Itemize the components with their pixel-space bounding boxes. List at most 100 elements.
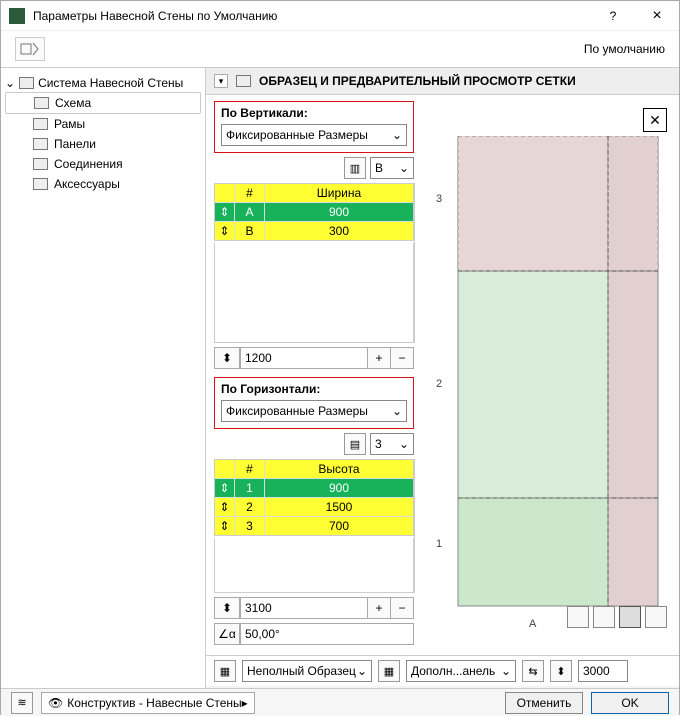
vertical-add-column-button[interactable]: +: [367, 347, 391, 369]
horizontal-mode-select[interactable]: Фиксированные Размеры ⌄: [221, 400, 407, 422]
preview-y-tick: 3: [436, 193, 442, 205]
size-icon: ⬍: [550, 660, 572, 682]
chevron-down-icon: ⌄: [357, 664, 367, 678]
row-layout-icon[interactable]: ▤: [344, 433, 366, 455]
tree-item-frames[interactable]: Рамы: [5, 114, 201, 134]
vertical-row-id: A: [235, 203, 265, 221]
tree-item-label: Панели: [54, 137, 96, 151]
preview-mode-4[interactable]: [645, 606, 667, 628]
horizontal-row-value[interactable]: 700: [265, 517, 413, 535]
scheme-icon: [34, 97, 49, 109]
junctions-icon: [33, 158, 48, 170]
horizontal-add-row-button[interactable]: +: [367, 597, 391, 619]
horizontal-col-height-header: Высота: [265, 460, 413, 478]
row-handle[interactable]: ⇕: [215, 479, 235, 497]
preview-mode-1[interactable]: [567, 606, 589, 628]
tree-root-label: Система Навесной Стены: [38, 76, 183, 90]
tree-item-label: Соединения: [54, 157, 123, 171]
horizontal-row-id: 3: [235, 517, 265, 535]
horizontal-label: По Горизонтали:: [221, 382, 407, 396]
vertical-columns-table[interactable]: # Ширина ⇕ A 900 ⇕ B 300: [214, 183, 414, 241]
vertical-table-empty-area: [214, 243, 414, 343]
close-window-button[interactable]: ×: [635, 1, 679, 31]
panel-title: ОБРАЗЕЦ И ПРЕДВАРИТЕЛЬНЫЙ ПРОСМОТР СЕТКИ: [259, 74, 576, 88]
horizontal-rows-table[interactable]: # Высота ⇕ 1 900 ⇕ 2 1500: [214, 459, 414, 536]
tree-item-scheme[interactable]: Схема: [5, 92, 201, 114]
tree-item-label: Рамы: [54, 117, 85, 131]
chevron-down-icon: ⌄: [501, 664, 511, 678]
vertical-label: По Вертикали:: [221, 106, 407, 120]
column-layout-icon[interactable]: ▥: [344, 157, 366, 179]
horizontal-row-value[interactable]: 1500: [265, 498, 413, 516]
layers-icon[interactable]: ≋: [11, 692, 33, 714]
preview-mode-2[interactable]: [593, 606, 615, 628]
sample-mode-select[interactable]: Неполный Образец ⌄: [242, 660, 372, 682]
chevron-down-icon: ⌄: [399, 437, 409, 451]
tree-item-junctions[interactable]: Соединения: [5, 154, 201, 174]
sample-mode-icon: ▦: [214, 660, 236, 682]
size-input[interactable]: 3000: [578, 660, 628, 682]
cancel-button[interactable]: Отменить: [505, 692, 583, 714]
default-label: По умолчанию: [584, 42, 665, 56]
vertical-column-value: B: [375, 161, 383, 175]
horizontal-remove-row-button[interactable]: −: [390, 597, 414, 619]
vertical-row-value[interactable]: 900: [265, 203, 413, 221]
tree-item-label: Аксессуары: [54, 177, 120, 191]
sample-mode-value: Неполный Образец: [247, 664, 356, 678]
vertical-col-width-header: Ширина: [265, 184, 413, 202]
chevron-down-icon[interactable]: ▾: [214, 74, 228, 88]
extra-panel-select[interactable]: Дополн...анель ⌄: [406, 660, 516, 682]
vertical-total-input[interactable]: 1200: [240, 347, 368, 369]
chevron-down-icon: ⌄: [399, 161, 409, 175]
horizontal-row-select[interactable]: 3 ⌄: [370, 433, 414, 455]
favorites-button[interactable]: [15, 37, 45, 61]
tree-item-accessories[interactable]: Аксессуары: [5, 174, 201, 194]
angle-input[interactable]: 50,00°: [240, 623, 414, 645]
horizontal-table-empty-area: [214, 538, 414, 593]
chevron-down-icon: ⌄: [5, 76, 15, 90]
row-handle[interactable]: ⇕: [215, 498, 235, 516]
vertical-table-scrollbar[interactable]: [414, 183, 415, 343]
vertical-mode-select[interactable]: Фиксированные Размеры ⌄: [221, 124, 407, 146]
preview-close-button[interactable]: ✕: [643, 108, 667, 132]
grid-preview-icon: [236, 75, 251, 87]
grid-preview-canvas: [448, 136, 668, 616]
frames-icon: [33, 118, 48, 130]
flip-icon[interactable]: ⇆: [522, 660, 544, 682]
help-button[interactable]: ?: [591, 1, 635, 31]
preview-x-tick: A: [529, 618, 536, 630]
horizontal-col-idx-header: #: [235, 460, 265, 478]
size-value: 3000: [583, 664, 610, 678]
chevron-down-icon: ⌄: [392, 128, 402, 142]
horizontal-row-id: 2: [235, 498, 265, 516]
horizontal-row-value: 3: [375, 437, 382, 451]
horizontal-row-value[interactable]: 900: [265, 479, 413, 497]
ok-button[interactable]: OK: [591, 692, 669, 714]
layer-value: Конструктив - Навесные Стены▸: [67, 696, 247, 710]
vertical-remove-column-button[interactable]: −: [390, 347, 414, 369]
row-handle[interactable]: ⇕: [215, 203, 235, 221]
accessories-icon: [33, 178, 48, 190]
vertical-column-select[interactable]: B ⌄: [370, 157, 414, 179]
tree-item-panels[interactable]: Панели: [5, 134, 201, 154]
horizontal-mode-group: По Горизонтали: Фиксированные Размеры ⌄: [214, 377, 414, 429]
tree-root[interactable]: ⌄ Система Навесной Стены: [5, 74, 201, 92]
preview-mode-3[interactable]: [619, 606, 641, 628]
row-handle[interactable]: ⇕: [215, 222, 235, 240]
horizontal-table-scrollbar[interactable]: [414, 459, 415, 593]
layer-combo[interactable]: 👁 Конструктив - Навесные Стены▸: [41, 692, 255, 714]
extra-panel-value: Дополн...анель: [411, 664, 495, 678]
app-icon: [9, 8, 25, 24]
vertical-col-idx-header: #: [235, 184, 265, 202]
total-height-icon: ⬍: [214, 597, 240, 619]
horizontal-total-input[interactable]: 3100: [240, 597, 368, 619]
horizontal-mode-value: Фиксированные Размеры: [226, 404, 368, 418]
preview-y-tick: 2: [436, 378, 442, 390]
curtain-wall-system-icon: [19, 77, 34, 89]
panels-icon: [33, 138, 48, 150]
row-handle[interactable]: ⇕: [215, 517, 235, 535]
angle-icon: ∠α: [214, 623, 240, 645]
extra-panel-icon: ▦: [378, 660, 400, 682]
vertical-mode-value: Фиксированные Размеры: [226, 128, 368, 142]
vertical-row-value[interactable]: 300: [265, 222, 413, 240]
